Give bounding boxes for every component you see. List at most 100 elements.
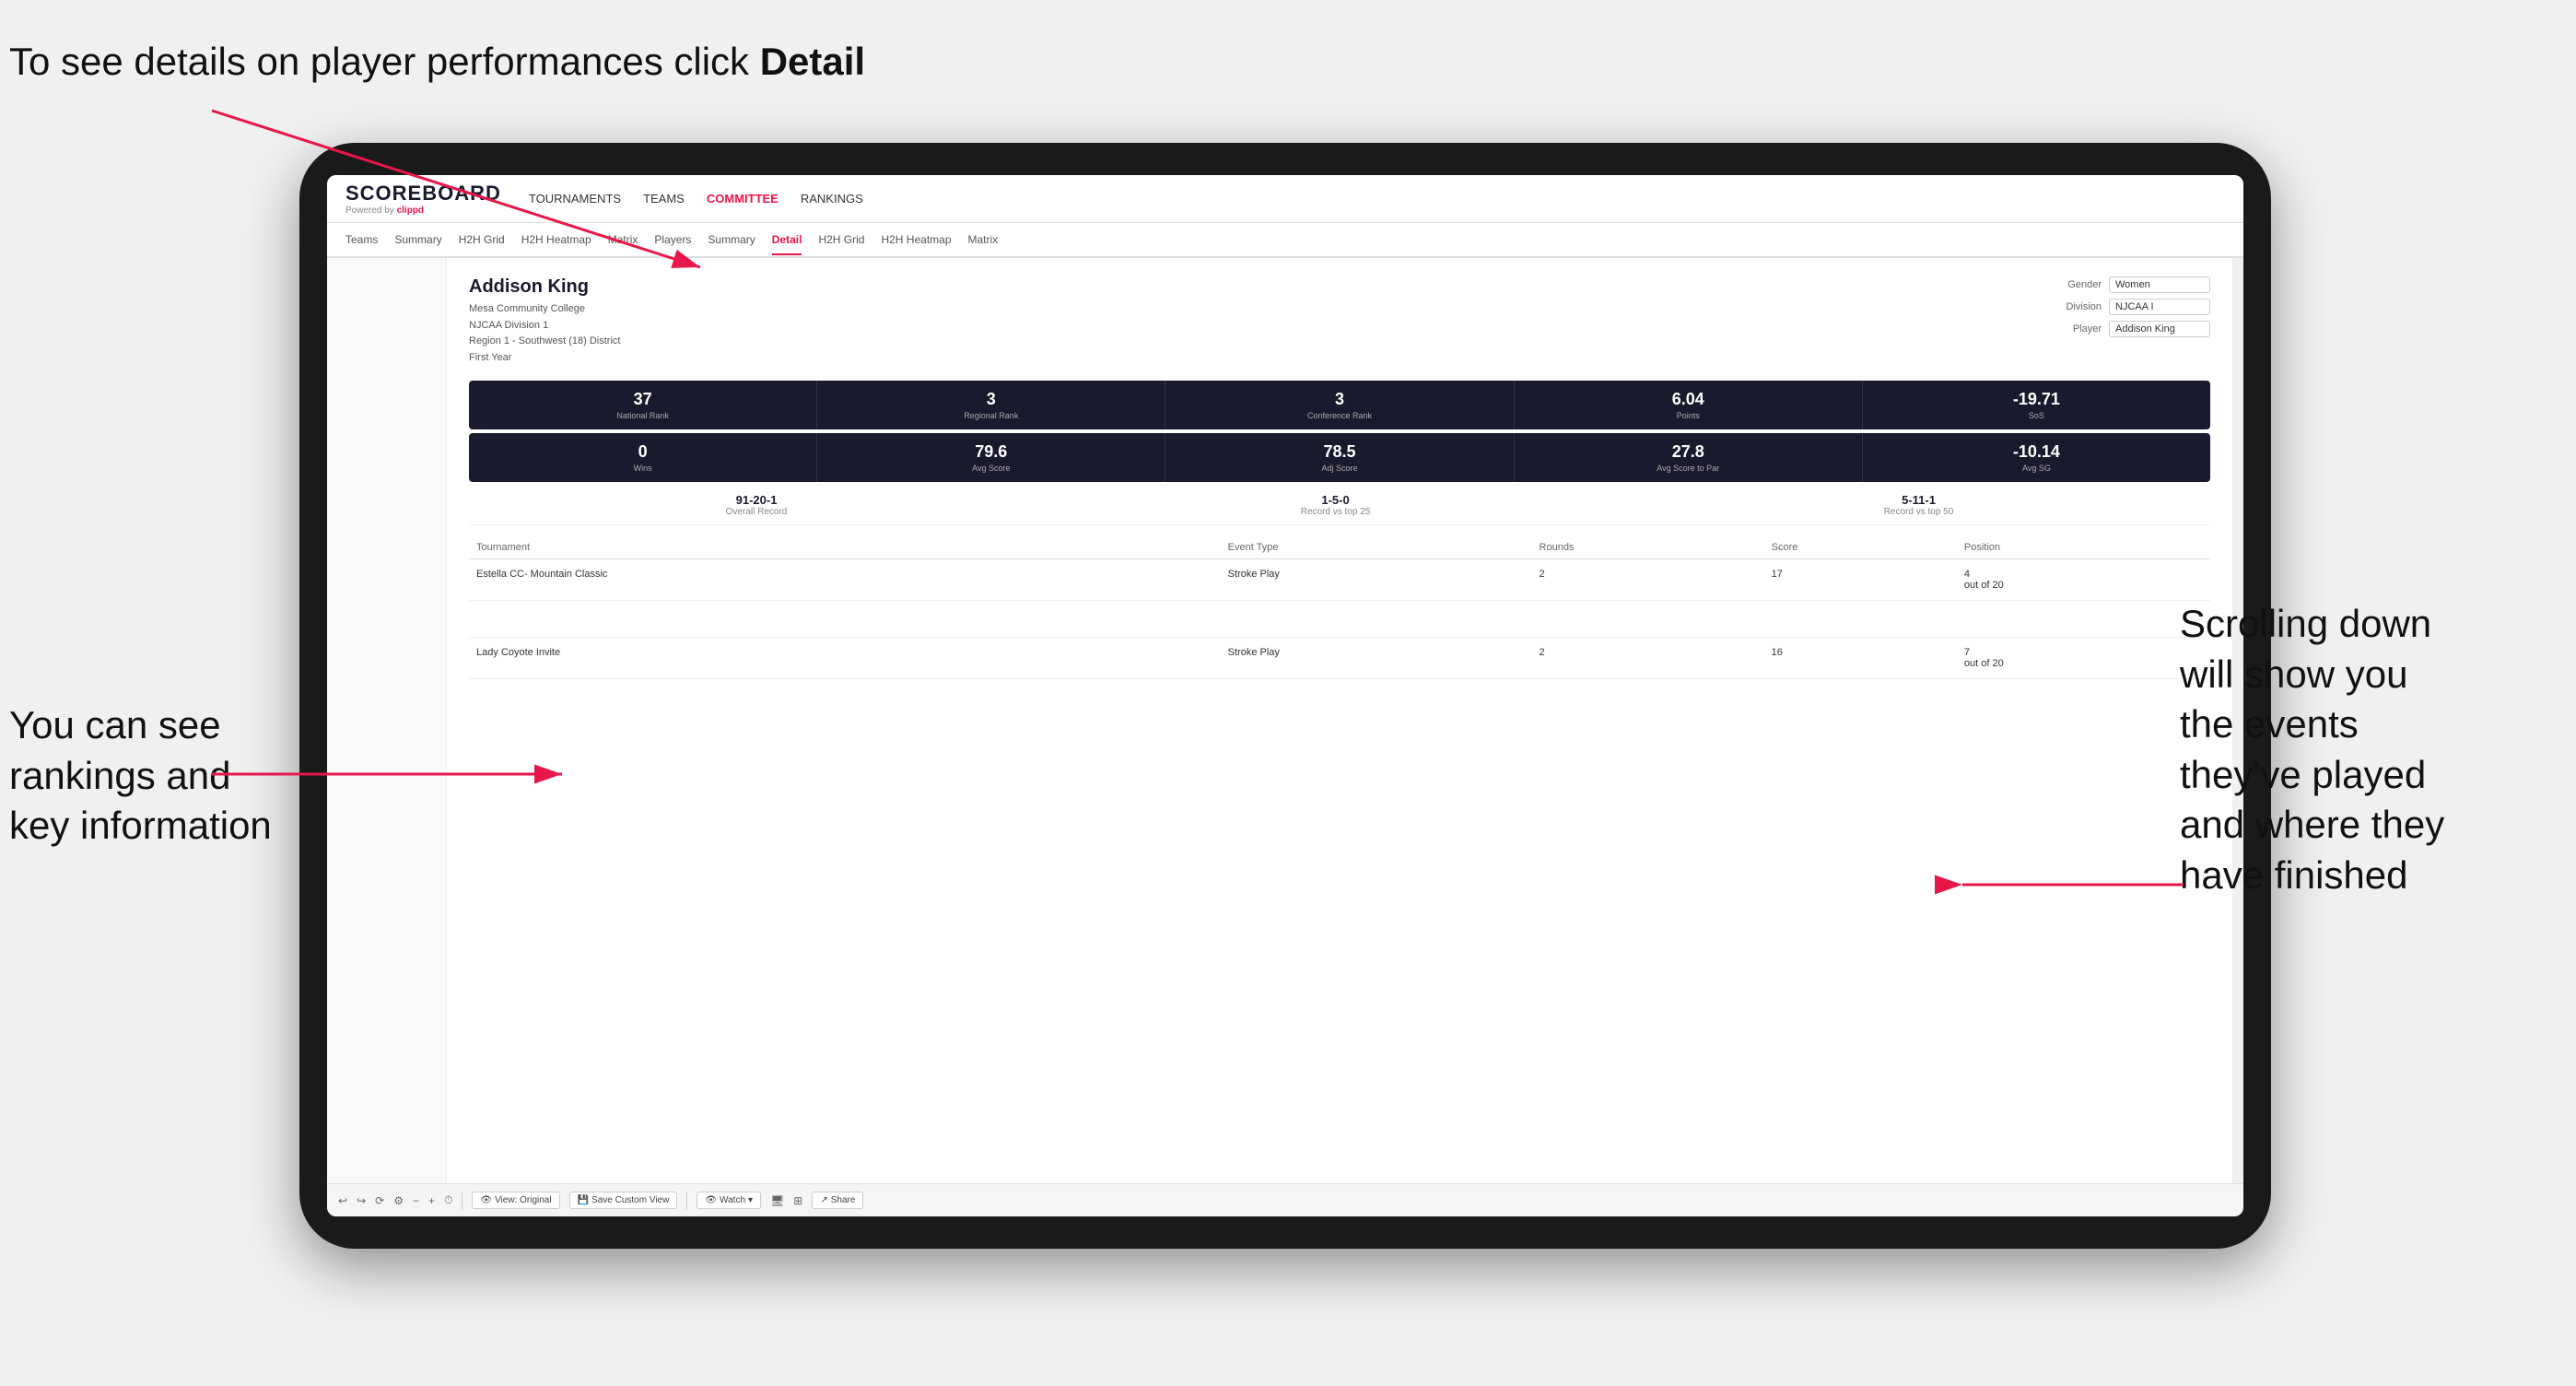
spacer-1 (1152, 559, 1221, 601)
watch-icon: 👁 (705, 1195, 717, 1205)
minus-icon[interactable]: − (413, 1194, 419, 1207)
player-info: Addison King Mesa Community College NJCA… (469, 276, 620, 366)
record-overall-label: Overall Record (726, 507, 788, 517)
stat-national-rank-value: 37 (476, 390, 809, 409)
tab-h2h-grid[interactable]: H2H Grid (459, 226, 505, 255)
nav-rankings[interactable]: RANKINGS (801, 192, 863, 206)
player-name: Addison King (469, 276, 620, 298)
gender-control: Gender Women (2051, 276, 2210, 293)
tab-teams[interactable]: Teams (345, 226, 378, 255)
gender-label: Gender (2051, 279, 2102, 290)
stat-points-label: Points (1522, 411, 1855, 420)
record-top50: 5-11-1 Record vs top 50 (1884, 493, 1954, 517)
stat-avg-sg-label: Avg SG (1870, 464, 2203, 473)
stat-regional-rank-value: 3 (825, 390, 1157, 409)
stat-points: 6.04 Points (1515, 381, 1863, 429)
annotation-top-left: To see details on player performances cl… (9, 37, 865, 88)
player-college: Mesa Community College (469, 303, 585, 314)
table-row-empty (469, 601, 2210, 638)
tablet-frame: SCOREBOARD Powered by clippd TOURNAMENTS… (299, 143, 2271, 1249)
logo-scoreboard: SCOREBOARD (345, 182, 501, 206)
share-button[interactable]: ↗ Share (812, 1192, 863, 1209)
watch-chevron-icon: ▾ (748, 1195, 753, 1205)
nav-tournaments[interactable]: TOURNAMENTS (529, 192, 621, 206)
tab-players[interactable]: Players (654, 226, 691, 255)
annotation-right: Scrolling down will show you the events … (2180, 599, 2567, 901)
stat-sos-label: SoS (1870, 411, 2203, 420)
player-header: Addison King Mesa Community College NJCA… (469, 276, 2210, 366)
tab-detail[interactable]: Detail (772, 226, 802, 255)
player-division: NJCAA Division 1 (469, 320, 548, 331)
tab-matrix[interactable]: Matrix (608, 226, 638, 255)
tournament-table: Tournament Event Type Rounds Score Posit… (469, 536, 2210, 679)
table-row: Lady Coyote Invite Stroke Play 2 16 7 ou… (469, 638, 2210, 679)
gender-select[interactable]: Women (2109, 276, 2210, 293)
score-3: 16 (1764, 638, 1957, 679)
division-select[interactable]: NJCAA I (2109, 299, 2210, 315)
plus-icon[interactable]: + (428, 1194, 435, 1207)
division-control: Division NJCAA I (2051, 299, 2210, 315)
stat-wins-value: 0 (476, 442, 809, 462)
refresh-icon[interactable]: ⟳ (375, 1194, 384, 1207)
tab-h2h-heatmap2[interactable]: H2H Heatmap (881, 226, 951, 255)
bottom-toolbar: ↩ ↪ ⟳ ⚙ − + ⏱ 👁 View: Original 💾 Save Cu… (327, 1183, 2243, 1216)
grid-icon[interactable]: ⊞ (793, 1194, 802, 1207)
stat-adj-score-value: 78.5 (1173, 442, 1505, 462)
col-rounds: Rounds (1532, 536, 1764, 559)
stat-avg-score-value: 79.6 (825, 442, 1157, 462)
view-original-button[interactable]: 👁 View: Original (472, 1192, 559, 1209)
rounds-1: 2 (1532, 559, 1764, 601)
stat-sos: -19.71 SoS (1863, 381, 2210, 429)
tournament-name-1: Estella CC- Mountain Classic (469, 559, 1152, 601)
undo-icon[interactable]: ↩ (338, 1194, 347, 1207)
position-1: 4 out of 20 (1957, 559, 2210, 601)
record-top50-label: Record vs top 50 (1884, 507, 1954, 517)
tab-summary[interactable]: Summary (394, 226, 441, 255)
event-type-3: Stroke Play (1221, 638, 1532, 679)
save-custom-view-button[interactable]: 💾 Save Custom View (569, 1192, 678, 1209)
spacer-3 (1152, 638, 1221, 679)
app-container: SCOREBOARD Powered by clippd TOURNAMENTS… (327, 175, 2243, 1216)
monitor-icon[interactable]: 🖥 (770, 1194, 784, 1207)
save-custom-view-label: Save Custom View (591, 1195, 669, 1205)
col-spacer (1152, 536, 1221, 559)
event-type-1: Stroke Play (1221, 559, 1532, 601)
top-nav: SCOREBOARD Powered by clippd TOURNAMENTS… (327, 175, 2243, 223)
tab-h2h-grid2[interactable]: H2H Grid (818, 226, 864, 255)
sub-nav: Teams Summary H2H Grid H2H Heatmap Matri… (327, 223, 2243, 258)
stat-adj-score: 78.5 Adj Score (1165, 433, 1514, 482)
stat-conference-rank-value: 3 (1173, 390, 1505, 409)
left-sidebar (327, 258, 447, 1183)
logo-clippd: clippd (397, 206, 424, 216)
watch-label: Watch (720, 1195, 745, 1205)
stat-conference-rank: 3 Conference Rank (1165, 381, 1514, 429)
stat-conference-rank-label: Conference Rank (1173, 411, 1505, 420)
score-1: 17 (1764, 559, 1957, 601)
stat-adj-score-label: Adj Score (1173, 464, 1505, 473)
record-top25: 1-5-0 Record vs top 25 (1301, 493, 1371, 517)
detail-panel: Addison King Mesa Community College NJCA… (447, 258, 2232, 1183)
annotation-bottom-left: You can see rankings and key information (9, 700, 272, 852)
settings-icon[interactable]: ⚙ (393, 1194, 404, 1207)
player-select[interactable]: Addison King (2109, 321, 2210, 337)
record-overall-value: 91-20-1 (726, 493, 788, 507)
main-content: Addison King Mesa Community College NJCA… (327, 258, 2243, 1183)
eye-icon: 👁 (480, 1195, 492, 1205)
tab-h2h-heatmap[interactable]: H2H Heatmap (521, 226, 591, 255)
separator-2 (686, 1192, 687, 1209)
stat-avg-score-par-label: Avg Score to Par (1522, 464, 1855, 473)
tab-matrix2[interactable]: Matrix (968, 226, 999, 255)
division-label: Division (2051, 301, 2102, 312)
rounds-3: 2 (1532, 638, 1764, 679)
watch-button[interactable]: 👁 Watch ▾ (697, 1192, 761, 1209)
tab-summary2[interactable]: Summary (708, 226, 755, 255)
redo-icon[interactable]: ↪ (357, 1194, 366, 1207)
nav-committee[interactable]: COMMITTEE (707, 192, 779, 206)
nav-teams[interactable]: TEAMS (643, 192, 685, 206)
stats-row2: 0 Wins 79.6 Avg Score 78.5 Adj Score 2 (469, 433, 2210, 482)
stat-sos-value: -19.71 (1870, 390, 2203, 409)
stat-points-value: 6.04 (1522, 390, 1855, 409)
clock-icon[interactable]: ⏱ (444, 1193, 452, 1207)
col-score: Score (1764, 536, 1957, 559)
record-top25-value: 1-5-0 (1301, 493, 1371, 507)
